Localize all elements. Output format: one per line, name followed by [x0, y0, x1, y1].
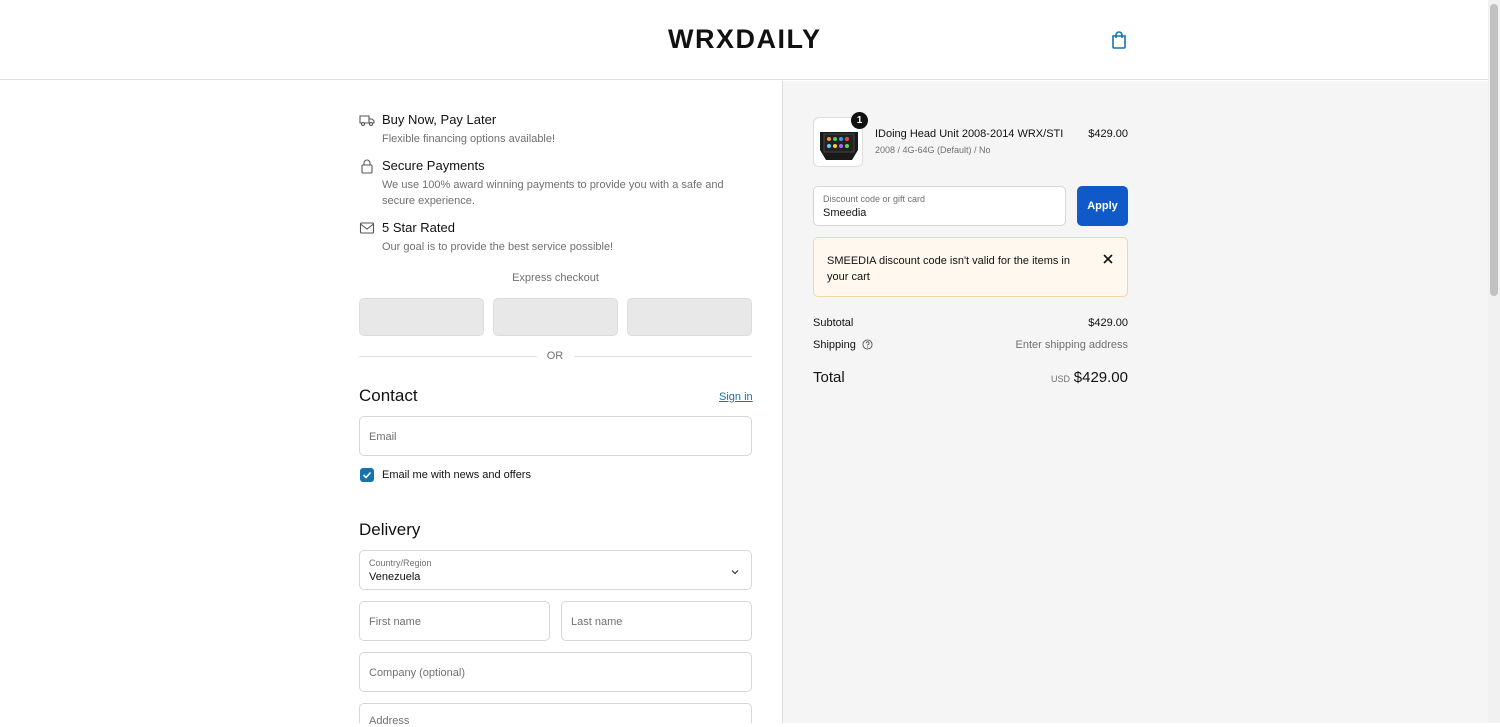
feature-description: Our goal is to provide the best service … — [382, 241, 614, 253]
shipping-label: Shipping — [813, 339, 856, 351]
lock-icon — [361, 159, 373, 174]
company-field[interactable]: Company (optional) — [359, 652, 752, 692]
shipping-value: Enter shipping address — [1015, 339, 1128, 351]
feature-secure-payments: Secure Payments We use 100% award winnin… — [359, 158, 759, 214]
discount-error-alert: SMEEDIA discount code isn't valid for th… — [813, 237, 1128, 297]
site-header: WRXDAILY — [0, 0, 1488, 80]
feature-title: Secure Payments — [382, 158, 485, 173]
close-icon[interactable] — [1101, 252, 1115, 266]
page-scrollbar[interactable] — [1488, 0, 1500, 723]
subtotal-label: Subtotal — [813, 317, 854, 329]
mail-icon — [359, 222, 375, 234]
contact-heading: Contact — [359, 386, 418, 405]
email-placeholder: Email — [369, 431, 397, 443]
first-name-placeholder: First name — [369, 616, 421, 628]
feature-description: Flexible financing options available! — [382, 133, 556, 145]
shipping-row: Shipping — [813, 339, 873, 351]
feature-description: We use 100% award winning payments to pr… — [382, 179, 724, 207]
alert-code: SMEEDIA — [827, 255, 876, 267]
product-name: IDoing Head Unit 2008-2014 WRX/STI — [875, 128, 1064, 140]
delivery-heading: Delivery — [359, 520, 421, 539]
country-value: Venezuela — [369, 571, 421, 583]
order-summary-panel — [782, 81, 1488, 723]
product-price: $429.00 — [1088, 128, 1128, 140]
address-field[interactable]: Address — [359, 703, 752, 727]
check-icon — [362, 471, 372, 479]
discount-label: Discount code or gift card — [823, 194, 926, 204]
express-pay-button-1[interactable] — [359, 298, 484, 336]
last-name-placeholder: Last name — [571, 616, 623, 628]
discount-code-field[interactable]: Discount code or gift card Smeedia — [813, 186, 1066, 226]
express-pay-button-3[interactable] — [627, 298, 752, 336]
subtotal-value: $429.00 — [1088, 317, 1128, 329]
divider-left — [359, 356, 537, 357]
email-field[interactable]: Email — [359, 416, 752, 456]
express-pay-button-2[interactable] — [493, 298, 618, 336]
quantity-badge: 1 — [851, 112, 868, 129]
truck-icon — [359, 115, 375, 127]
discount-value: Smeedia — [823, 207, 867, 219]
express-checkout-label: Express checkout — [512, 272, 599, 284]
help-icon[interactable] — [862, 339, 873, 350]
sign-in-link[interactable]: Sign in — [719, 391, 753, 403]
address-placeholder: Address — [369, 715, 410, 727]
newsletter-label: Email me with news and offers — [382, 469, 531, 481]
feature-five-star: 5 Star Rated Our goal is to provide the … — [359, 220, 759, 260]
newsletter-checkbox[interactable] — [360, 468, 374, 482]
country-select[interactable]: Country/Region Venezuela — [359, 550, 752, 590]
scrollbar-thumb[interactable] — [1490, 4, 1498, 296]
product-variant: 2008 / 4G-64G (Default) / No — [875, 145, 991, 155]
brand-logo[interactable]: WRXDAILY — [668, 24, 822, 55]
feature-title: Buy Now, Pay Later — [382, 112, 497, 127]
or-divider-text: OR — [546, 350, 564, 362]
first-name-field[interactable]: First name — [359, 601, 550, 641]
total-value: $429.00 — [1073, 369, 1128, 386]
company-placeholder: Company (optional) — [369, 667, 465, 679]
shopping-bag-icon[interactable] — [1109, 30, 1129, 50]
alert-message: SMEEDIA discount code isn't valid for th… — [827, 253, 1087, 285]
apply-discount-button[interactable]: Apply — [1077, 186, 1128, 226]
chevron-down-icon — [731, 570, 739, 575]
feature-title: 5 Star Rated — [382, 220, 455, 235]
country-label: Country/Region — [369, 558, 432, 568]
divider-right — [574, 356, 752, 357]
last-name-field[interactable]: Last name — [561, 601, 752, 641]
total-label: Total — [813, 369, 845, 386]
feature-buy-now-pay-later: Buy Now, Pay Later Flexible financing op… — [359, 112, 759, 152]
